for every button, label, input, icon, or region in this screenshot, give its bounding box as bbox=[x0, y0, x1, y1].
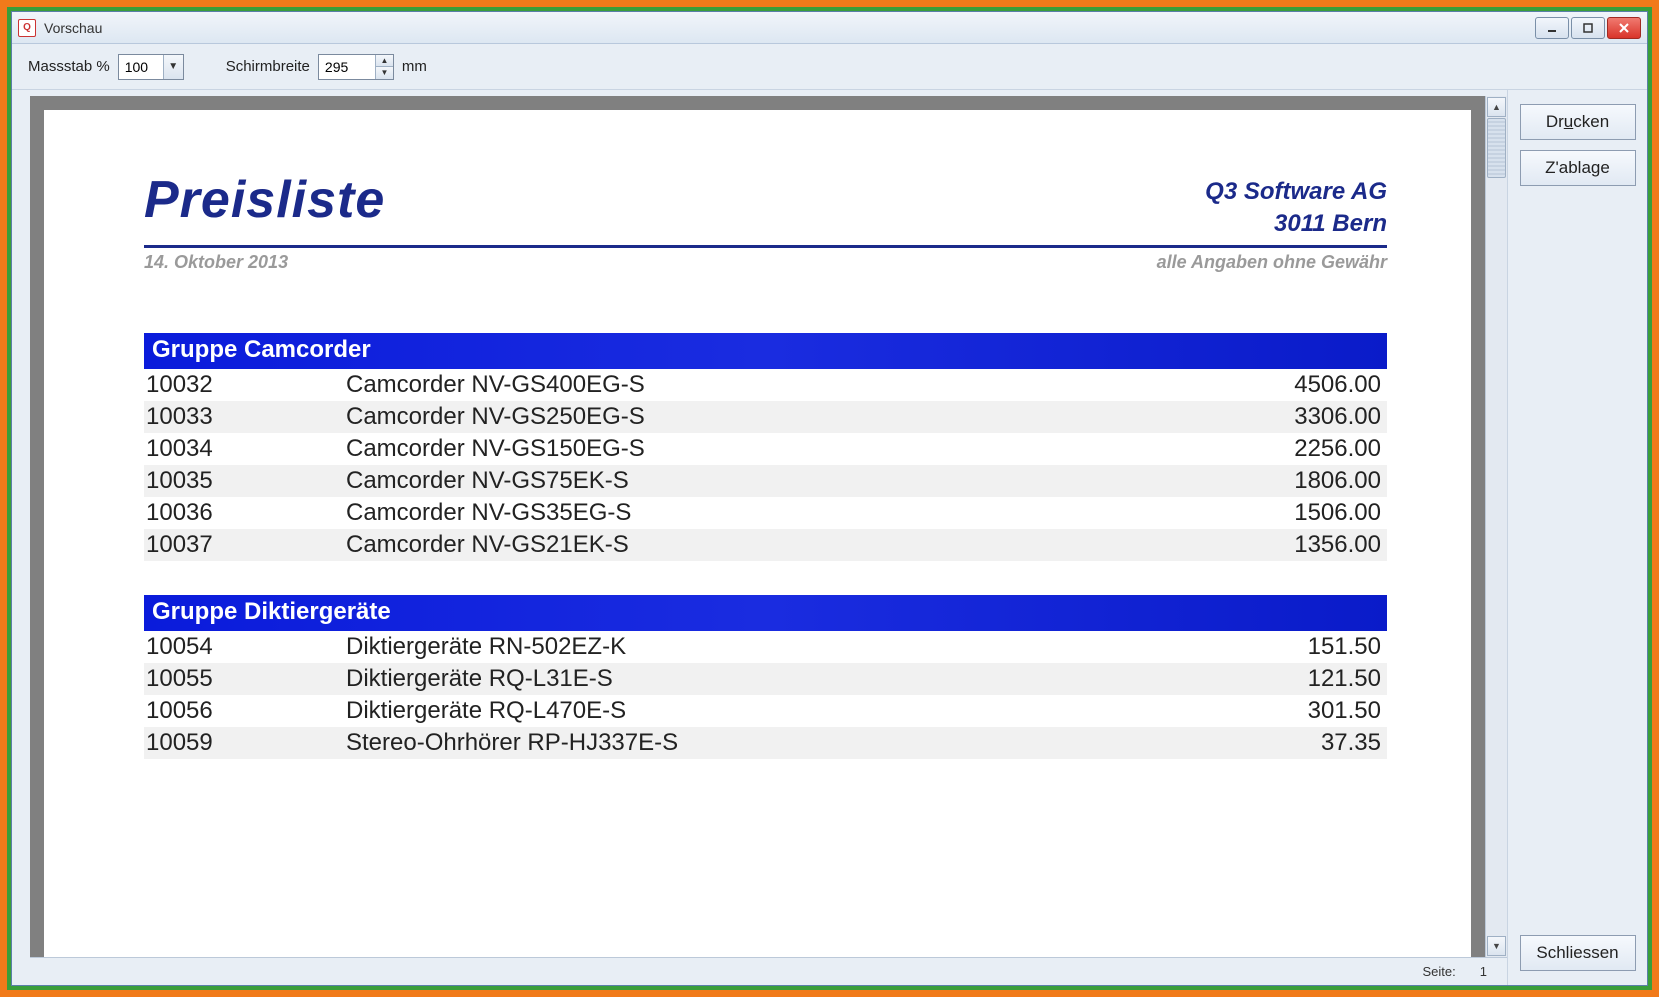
item-price: 4506.00 bbox=[1221, 371, 1381, 399]
item-code: 10032 bbox=[146, 371, 346, 399]
spinner-up-icon[interactable]: ▲ bbox=[376, 55, 393, 68]
item-price: 151.50 bbox=[1221, 633, 1381, 661]
toolbar: Massstab % ▼ Schirmbreite ▲ ▼ mm bbox=[12, 44, 1647, 90]
print-button[interactable]: Drucken bbox=[1520, 104, 1636, 140]
minimize-button[interactable] bbox=[1535, 17, 1569, 39]
company-name: Q3 Software AG bbox=[1205, 176, 1387, 208]
scroll-up-icon[interactable]: ▲ bbox=[1487, 97, 1506, 117]
price-row: 10055Diktiergeräte RQ-L31E-S121.50 bbox=[144, 663, 1387, 695]
item-price: 1356.00 bbox=[1221, 531, 1381, 559]
window-title: Vorschau bbox=[44, 20, 102, 36]
item-price: 121.50 bbox=[1221, 665, 1381, 693]
company-city: 3011 Bern bbox=[1205, 208, 1387, 240]
close-dialog-button[interactable]: Schliessen bbox=[1520, 935, 1636, 971]
page-label: Seite: bbox=[1423, 964, 1456, 979]
price-row: 10033Camcorder NV-GS250EG-S3306.00 bbox=[144, 401, 1387, 433]
item-code: 10054 bbox=[146, 633, 346, 661]
preview-window: Q Vorschau Massstab % ▼ Schir bbox=[11, 11, 1648, 986]
item-code: 10056 bbox=[146, 697, 346, 725]
item-price: 2256.00 bbox=[1221, 435, 1381, 463]
item-price: 1506.00 bbox=[1221, 499, 1381, 527]
scroll-down-icon[interactable]: ▼ bbox=[1487, 936, 1506, 956]
item-code: 10055 bbox=[146, 665, 346, 693]
price-row: 10036Camcorder NV-GS35EG-S1506.00 bbox=[144, 497, 1387, 529]
status-bar: Seite: 1 bbox=[30, 957, 1507, 985]
item-description: Camcorder NV-GS250EG-S bbox=[346, 403, 1221, 431]
width-unit: mm bbox=[402, 58, 427, 75]
group-header: Gruppe Diktiergeräte bbox=[144, 595, 1387, 631]
scroll-thumb[interactable] bbox=[1487, 118, 1506, 178]
price-row: 10035Camcorder NV-GS75EK-S1806.00 bbox=[144, 465, 1387, 497]
chevron-down-icon[interactable]: ▼ bbox=[163, 55, 183, 79]
document-page: Preisliste Q3 Software AG 3011 Bern 14. … bbox=[44, 110, 1471, 957]
scale-input[interactable] bbox=[119, 59, 163, 75]
price-row: 10034Camcorder NV-GS150EG-S2256.00 bbox=[144, 433, 1387, 465]
width-input[interactable] bbox=[319, 55, 375, 79]
item-price: 301.50 bbox=[1221, 697, 1381, 725]
close-button[interactable] bbox=[1607, 17, 1641, 39]
price-row: 10032Camcorder NV-GS400EG-S4506.00 bbox=[144, 369, 1387, 401]
price-row: 10056Diktiergeräte RQ-L470E-S301.50 bbox=[144, 695, 1387, 727]
item-code: 10034 bbox=[146, 435, 346, 463]
item-description: Camcorder NV-GS35EG-S bbox=[346, 499, 1221, 527]
item-description: Stereo-Ohrhörer RP-HJ337E-S bbox=[346, 729, 1221, 757]
width-label: Schirmbreite bbox=[226, 58, 310, 75]
item-code: 10037 bbox=[146, 531, 346, 559]
item-code: 10036 bbox=[146, 499, 346, 527]
group-header: Gruppe Camcorder bbox=[144, 333, 1387, 369]
item-description: Diktiergeräte RN-502EZ-K bbox=[346, 633, 1221, 661]
page-number: 1 bbox=[1480, 964, 1487, 979]
price-group: Gruppe Diktiergeräte10054Diktiergeräte R… bbox=[144, 595, 1387, 759]
item-description: Camcorder NV-GS21EK-S bbox=[346, 531, 1221, 559]
price-row: 10037Camcorder NV-GS21EK-S1356.00 bbox=[144, 529, 1387, 561]
item-code: 10059 bbox=[146, 729, 346, 757]
item-description: Camcorder NV-GS400EG-S bbox=[346, 371, 1221, 399]
item-price: 3306.00 bbox=[1221, 403, 1381, 431]
vertical-scrollbar[interactable]: ▲ ▼ bbox=[1485, 96, 1507, 957]
item-description: Camcorder NV-GS75EK-S bbox=[346, 467, 1221, 495]
scale-label: Massstab % bbox=[28, 58, 110, 75]
price-group: Gruppe Camcorder10032Camcorder NV-GS400E… bbox=[144, 333, 1387, 561]
item-price: 1806.00 bbox=[1221, 467, 1381, 495]
item-description: Diktiergeräte RQ-L31E-S bbox=[346, 665, 1221, 693]
maximize-button[interactable] bbox=[1571, 17, 1605, 39]
clipboard-button[interactable]: Z'ablage bbox=[1520, 150, 1636, 186]
item-code: 10033 bbox=[146, 403, 346, 431]
header-divider bbox=[144, 245, 1387, 248]
preview-viewport: Preisliste Q3 Software AG 3011 Bern 14. … bbox=[30, 96, 1485, 957]
item-description: Camcorder NV-GS150EG-S bbox=[346, 435, 1221, 463]
width-spinner[interactable]: ▲ ▼ bbox=[318, 54, 394, 80]
scroll-track[interactable] bbox=[1487, 118, 1506, 935]
scale-combo[interactable]: ▼ bbox=[118, 54, 184, 80]
item-description: Diktiergeräte RQ-L470E-S bbox=[346, 697, 1221, 725]
item-price: 37.35 bbox=[1221, 729, 1381, 757]
side-panel: Drucken Z'ablage Schliessen bbox=[1507, 90, 1647, 985]
price-row: 10059Stereo-Ohrhörer RP-HJ337E-S37.35 bbox=[144, 727, 1387, 759]
app-icon: Q bbox=[18, 19, 36, 37]
price-row: 10054Diktiergeräte RN-502EZ-K151.50 bbox=[144, 631, 1387, 663]
spinner-down-icon[interactable]: ▼ bbox=[376, 67, 393, 79]
titlebar: Q Vorschau bbox=[12, 12, 1647, 44]
item-code: 10035 bbox=[146, 467, 346, 495]
document-date: 14. Oktober 2013 bbox=[144, 252, 288, 273]
document-disclaimer: alle Angaben ohne Gewähr bbox=[1157, 252, 1387, 273]
document-title: Preisliste bbox=[144, 170, 385, 230]
